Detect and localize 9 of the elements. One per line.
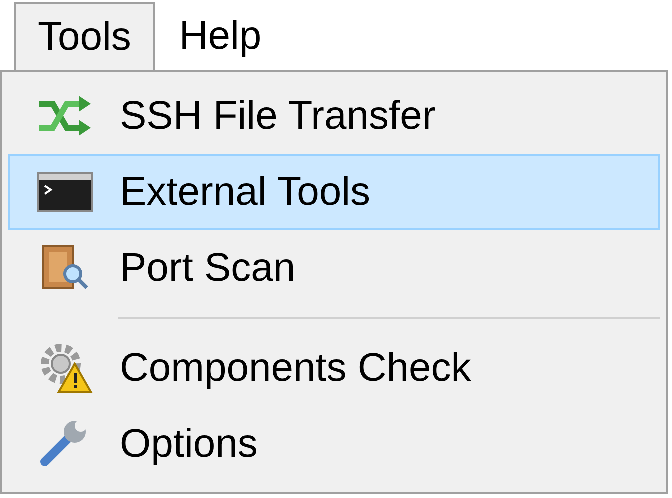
menu-item[interactable]: External Tools [8,154,660,230]
menu-item[interactable]: SSH File Transfer [8,78,660,154]
menu-bar-item[interactable]: Help [155,2,286,70]
menu-item[interactable]: Components Check [8,330,660,406]
menu-item[interactable]: Port Scan [8,230,660,306]
shuffle-arrows-icon [37,96,93,136]
menu-item[interactable]: Options [8,406,660,482]
terminal-icon [37,172,93,212]
menu-bar-item[interactable]: Tools [14,2,156,70]
